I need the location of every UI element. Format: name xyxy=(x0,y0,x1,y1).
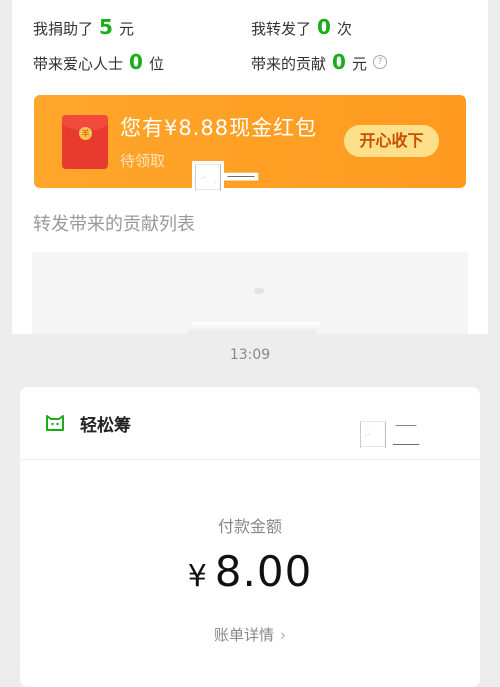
contribution-list-title: 转发带来的贡献列表 xyxy=(33,214,195,235)
brought-value: 0 xyxy=(129,50,143,74)
brought-unit: 位 xyxy=(148,55,164,73)
red-packet-title: 您有¥8.88现金红包 xyxy=(120,116,318,140)
red-packet-status: 待领取 xyxy=(120,152,166,170)
contribution-list xyxy=(32,252,468,334)
donation-summary-panel: 我捐助了 5 元 我转发了 0 次 带来爱心人士 0 位 带来的贡献 0 元 ?… xyxy=(0,0,500,334)
shared-value: 0 xyxy=(317,15,331,39)
shared-unit: 次 xyxy=(336,20,352,38)
shared-stat: 我转发了 0 次 xyxy=(251,15,352,39)
message-time: 13:09 xyxy=(229,347,271,363)
list-placeholder-dot xyxy=(254,288,264,294)
donated-label: 我捐助了 xyxy=(33,20,94,38)
bill-details-link[interactable]: 账单详情 › xyxy=(20,624,480,645)
bill-details-label: 账单详情 xyxy=(213,626,274,644)
amount-value: 8.00 xyxy=(214,547,313,596)
payment-panel: 13:09 轻松筹 图二 付款金额 ¥8.00 账单详情 › xyxy=(0,334,500,687)
payment-amount: ¥8.00 xyxy=(20,547,480,596)
brought-stat: 带来爱心人士 0 位 xyxy=(33,50,164,74)
currency-symbol: ¥ xyxy=(187,559,207,594)
red-envelope-icon: 羊 xyxy=(62,115,108,169)
payment-card[interactable]: 轻松筹 图二 付款金额 ¥8.00 账单详情 › xyxy=(20,387,480,687)
donated-unit: 元 xyxy=(118,20,134,38)
figure-two-label: 图二 xyxy=(356,416,424,455)
contribution-value: 0 xyxy=(332,50,346,74)
contribution-stat: 带来的贡献 0 元 ? xyxy=(251,50,387,74)
brought-label: 带来爱心人士 xyxy=(33,55,124,73)
contribution-unit: 元 xyxy=(351,55,367,73)
list-placeholder-shape xyxy=(183,322,321,334)
shared-label: 我转发了 xyxy=(251,20,312,38)
coin-icon: 羊 xyxy=(79,127,92,140)
figure-one-label: 图一 xyxy=(191,159,259,198)
donated-stat: 我捐助了 5 元 xyxy=(33,15,134,39)
chevron-right-icon: › xyxy=(280,626,286,644)
app-name: 轻松筹 xyxy=(80,416,131,436)
help-icon[interactable]: ? xyxy=(372,55,387,69)
payment-amount-label: 付款金额 xyxy=(217,517,282,536)
contribution-label: 带来的贡献 xyxy=(251,55,327,73)
qingsongchou-logo-icon xyxy=(46,415,64,431)
donated-value: 5 xyxy=(99,15,113,39)
accept-red-packet-button[interactable]: 开心收下 xyxy=(344,125,439,157)
